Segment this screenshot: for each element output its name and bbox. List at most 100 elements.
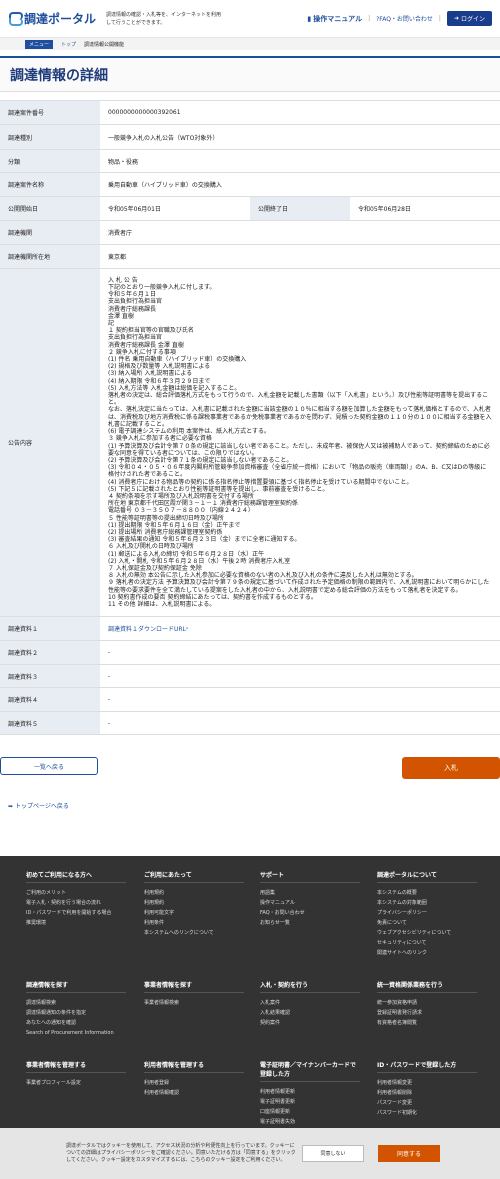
document-download-link[interactable]: 調達資料１ダウンロードURL › <box>100 617 500 640</box>
menu-button[interactable]: メニュー <box>25 39 54 49</box>
footer-link[interactable]: 利用者情報更新 <box>260 1087 360 1097</box>
footer-column: ID・パスワードで登録した方 利用者情報変更 利用者情報削除 パスワード変更 パスワー… <box>377 1060 477 1118</box>
footer-link[interactable]: セキュリティについて <box>377 938 477 948</box>
table-row: 調達機関所在地 東京都 <box>0 245 500 269</box>
table-row: 調達機関 消費者庁 <box>0 221 500 245</box>
site-logo[interactable]: 調達ポータル <box>8 10 96 27</box>
footer-column: ご利用にあたって 利用規約 利用規約 利用可能文字 利用条件 本システムへのリンクについ… <box>144 870 244 938</box>
footer-link[interactable]: 利用者情報削除 <box>377 1088 477 1098</box>
footer-column: 事業者情報を管理する 事業者プロフィール設定 <box>26 1060 126 1088</box>
book-icon: ▮ <box>307 14 312 23</box>
footer-link[interactable]: ID・パスワードで利用を開始する場合 <box>26 908 126 918</box>
footer-link[interactable]: 本システムの対象範囲 <box>377 898 477 908</box>
row-label: 調達機関所在地 <box>0 245 100 268</box>
row-label: 公告内容 <box>0 269 100 616</box>
footer-link[interactable]: 利用可能文字 <box>144 908 244 918</box>
footer-link[interactable]: FAQ・お問い合わせ <box>260 908 360 918</box>
login-icon: ➜ <box>453 15 459 22</box>
footer-link[interactable]: プライバシーポリシー <box>377 908 477 918</box>
row-label: 調達資料２ <box>0 641 100 664</box>
page-top-link[interactable]: ➥ トップページへ戻る <box>8 801 500 810</box>
footer-link[interactable]: 調達情報検索 <box>26 998 126 1008</box>
row-value: - <box>108 719 111 727</box>
footer-link[interactable]: 事業者プロフィール設定 <box>26 1078 126 1088</box>
footer-link[interactable]: 免責について <box>377 918 477 928</box>
footer-link[interactable]: 調達情報通知の条件を指定 <box>26 1008 126 1018</box>
manual-link[interactable]: ▮ 操作マニュアル <box>307 14 362 24</box>
logo-icon <box>8 11 23 27</box>
cookie-text: 調達ポータルではクッキーを使用して、アクセス状況の分析や利便性向上を行っています… <box>66 1143 296 1163</box>
footer-link[interactable]: 利用者情報変更 <box>377 1078 477 1088</box>
footer-link[interactable]: 電子証明書失効 <box>260 1117 360 1127</box>
row-value: 東京都 <box>108 254 127 261</box>
row-label: 分類 <box>0 150 100 172</box>
cookie-agree-button[interactable]: 同意する <box>378 1145 440 1162</box>
footer-link[interactable]: 電子証明書更新 <box>260 1097 360 1107</box>
footer-link[interactable]: 口座情報更新 <box>260 1107 360 1117</box>
login-button[interactable]: ➜ ログイン <box>446 11 492 26</box>
faq-link[interactable]: ?FAQ・お問い合わせ <box>376 14 433 23</box>
table-row: 公告内容入 札 公 告 下記のとおり一般競争入札に付します。 令和５年６月１日 … <box>0 269 500 617</box>
footer-link[interactable]: 利用者情報確認 <box>144 1088 244 1098</box>
logo-text: 調達ポータル <box>24 12 97 26</box>
footer-link[interactable]: 統一参加資格申請 <box>377 998 477 1008</box>
breadcrumb-top[interactable]: トップ <box>61 41 76 48</box>
row-label: 調達資料１ <box>0 617 100 640</box>
site-tagline: 調達情報の確認・入札等を、インターネットを利用して行うことができます。 <box>106 11 222 26</box>
footer-link[interactable]: 有資格者名簿閲覧 <box>377 1018 477 1028</box>
footer-column: 利用者情報を管理する 利用者登録 利用者情報確認 <box>144 1060 244 1098</box>
row-value: - <box>108 696 111 703</box>
row-label: 調達資料３ <box>0 665 100 687</box>
page-title: 調達情報の詳細 <box>0 56 500 92</box>
cookie-banner: 調達ポータルではクッキーを使用して、アクセス状況の分析や利便性向上を行っています… <box>0 1128 500 1179</box>
back-to-list-button[interactable]: 一覧へ戻る <box>0 757 98 775</box>
footer-link[interactable]: パスワード初期化 <box>377 1108 477 1118</box>
footer-link[interactable]: 利用規約 <box>144 888 244 898</box>
footer-column: 調達ポータルについて 本システムの概要 本システムの対象範囲 プライバシーポリシー免… <box>377 870 477 958</box>
breadcrumb: メニュー トップ 調達情報公開機能 <box>0 38 500 50</box>
footer-link[interactable]: 本システムへのリンクについて <box>144 928 244 938</box>
row-value: 消費者庁 <box>108 230 133 237</box>
table-row: 調達資料５- <box>0 712 500 735</box>
external-link-icon: › <box>185 625 189 632</box>
footer-link[interactable]: 利用者登録 <box>144 1078 244 1088</box>
footer-link[interactable]: パスワード変更 <box>377 1098 477 1108</box>
arrow-icon: ➥ <box>8 803 15 810</box>
footer-link[interactable]: 推奨環境 <box>26 918 126 928</box>
detail-table: 調達案件番号 0000000000000392061 調達種別 一般競争入札の入札公… <box>0 100 500 735</box>
footer-link[interactable]: 利用規約 <box>144 898 244 908</box>
table-row: 調達種別 一般競争入札の入札公告（WTO対象外） <box>0 125 500 150</box>
footer-link[interactable]: 関連サイトへのリンク <box>377 948 477 958</box>
footer-link[interactable]: 利用条件 <box>144 918 244 928</box>
bid-button[interactable]: 入札 <box>402 757 500 779</box>
footer-link[interactable]: Search of Procurement Information <box>26 1028 126 1038</box>
row-value: 令和05年06月01日 <box>108 206 161 213</box>
footer-link[interactable]: 入札案件 <box>260 998 360 1008</box>
row-label: 調達資料４ <box>0 688 100 711</box>
table-row: 公開開始日 令和05年06月01日 公開終了日 令和05年06月28日 <box>0 197 500 221</box>
footer-column: 調達情報を探す 調達情報検索 調達情報通知の条件を指定 あなたへの通知を確認 Sear… <box>26 980 126 1038</box>
table-row: 調達資料３- <box>0 665 500 688</box>
footer-link[interactable]: あなたへの通知を確認 <box>26 1018 126 1028</box>
table-row: 分類 物品・役務 <box>0 150 500 173</box>
row-label: 公開開始日 <box>0 197 100 220</box>
table-row: 調達案件名称 乗用自動車（ハイブリッド車）の交換購入 <box>0 173 500 197</box>
footer-link[interactable]: 用語集 <box>260 888 360 898</box>
table-row: 調達案件番号 0000000000000392061 <box>0 101 500 125</box>
table-row: 調達資料２ - <box>0 641 500 665</box>
footer-link[interactable]: ウェブアクセシビリティについて <box>377 928 477 938</box>
footer-link[interactable]: 電子入札・契約を行う場合の流れ <box>26 898 126 908</box>
footer-link[interactable]: ご利用のメリット <box>26 888 126 898</box>
footer-link[interactable]: 事業者情報検索 <box>144 998 244 1008</box>
row-label: 調達案件番号 <box>0 101 100 124</box>
footer-link[interactable]: 操作マニュアル <box>260 898 360 908</box>
row-value: 一般競争入札の入札公告（WTO対象外） <box>108 134 219 142</box>
footer-link[interactable]: 登録証明書発行請求 <box>377 1008 477 1018</box>
footer-link[interactable]: 本システムの概要 <box>377 888 477 898</box>
footer-link[interactable]: お知らせ一覧 <box>260 918 360 928</box>
cookie-deny-button[interactable]: 同意しない <box>302 1145 364 1162</box>
row-label: 公開終了日 <box>250 197 350 220</box>
footer-link[interactable]: 入札結果確認 <box>260 1008 360 1018</box>
footer-link[interactable]: 契約案件 <box>260 1018 360 1028</box>
row-value: - <box>108 649 111 656</box>
